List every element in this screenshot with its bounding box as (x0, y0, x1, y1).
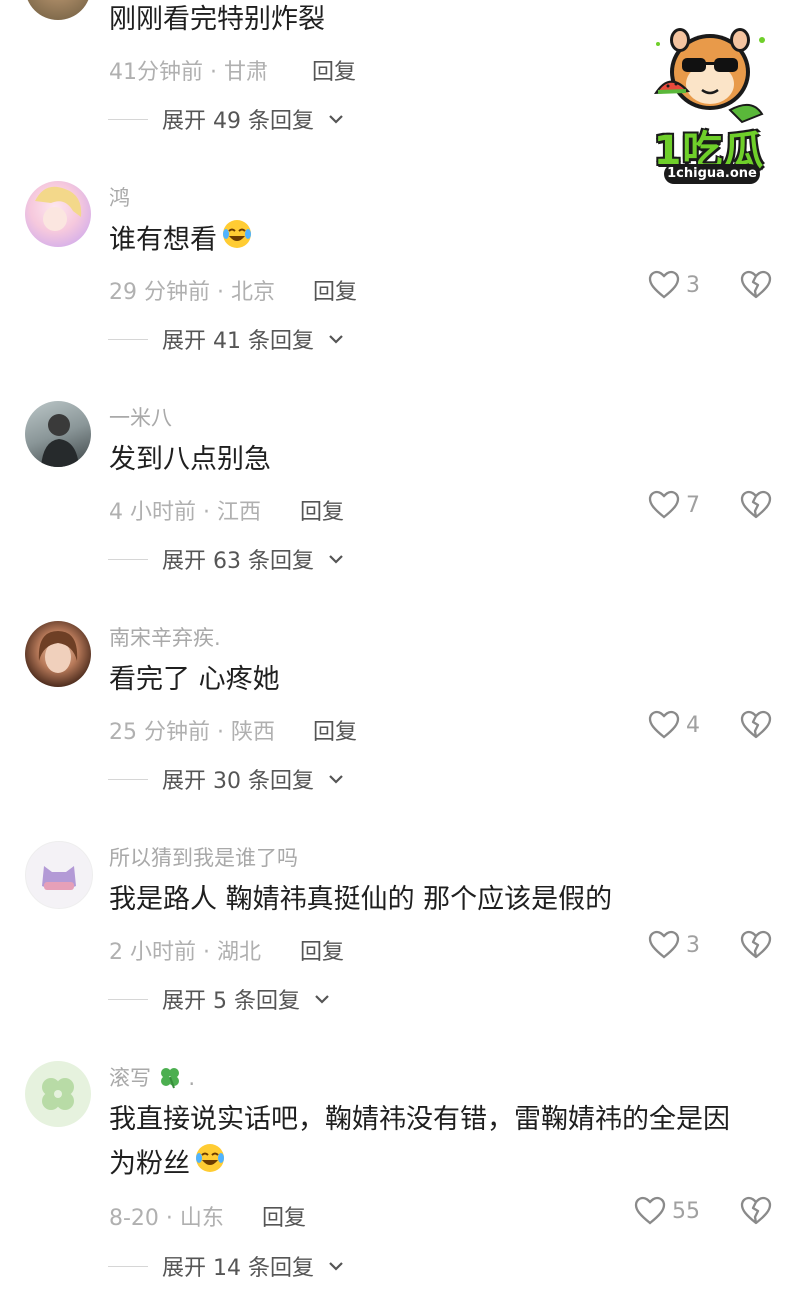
avatar-image (38, 631, 78, 673)
watermark-url: 1chigua.one (664, 164, 760, 184)
expand-replies-button[interactable]: 展开 30 条回复 (108, 763, 344, 795)
divider (108, 118, 148, 120)
heart-icon (634, 1196, 666, 1225)
avatar[interactable] (25, 181, 91, 247)
avatar-image (41, 414, 79, 467)
reply-button[interactable]: 回复 (300, 934, 344, 966)
avatar-image (35, 186, 82, 231)
divider (108, 558, 148, 560)
avatar[interactable] (25, 1061, 91, 1127)
expand-replies-label: 展开 41 条回复 (162, 329, 314, 354)
comment-text-content: 为粉丝 (109, 1148, 190, 1180)
avatar[interactable] (25, 841, 93, 909)
like-button[interactable]: 55 (634, 1196, 700, 1226)
comment-username[interactable]: 鸿 (109, 182, 130, 212)
comment-username[interactable]: 南宋辛弃疾. (109, 622, 221, 652)
heart-icon (648, 930, 680, 959)
expand-replies-label: 展开 49 条回复 (162, 109, 314, 134)
divider (108, 998, 148, 1000)
reply-button[interactable]: 回复 (262, 1200, 306, 1232)
expand-replies-button[interactable]: 展开 41 条回复 (108, 323, 344, 355)
comment-text: 我直接说实话吧，鞠婧祎没有错，雷鞠婧祎的全是因 为粉丝 (109, 1098, 769, 1188)
chevron-down-icon (329, 555, 343, 564)
comment-text: 谁有想看 (109, 218, 769, 264)
expand-replies-label: 展开 30 条回复 (162, 769, 314, 794)
heart-icon (648, 270, 680, 299)
chevron-down-icon (329, 1262, 343, 1271)
comment-meta: 41分钟前 · 甘肃 (109, 60, 268, 85)
clover-badge-icon (158, 1065, 182, 1094)
comment-username[interactable]: 所以猜到我是谁了吗 (109, 842, 298, 872)
comment-meta: 4 小时前 · 江西 (109, 500, 261, 525)
chevron-down-icon (329, 115, 343, 124)
heart-icon (648, 490, 680, 519)
broken-heart-icon (740, 710, 772, 739)
divider (108, 1265, 148, 1267)
dislike-button[interactable] (740, 1196, 772, 1230)
expand-replies-button[interactable]: 展开 49 条回复 (108, 103, 344, 135)
expand-replies-button[interactable]: 展开 14 条回复 (108, 1250, 344, 1282)
broken-heart-icon (740, 1196, 772, 1225)
avatar[interactable] (25, 401, 91, 467)
like-count: 3 (686, 932, 700, 958)
dislike-button[interactable] (740, 490, 772, 524)
comment-text-line: 我直接说实话吧，鞠婧祎没有错，雷鞠婧祎的全是因 (109, 1104, 730, 1135)
comment-text: 我是路人 鞠婧祎真挺仙的 那个应该是假的 (109, 884, 613, 915)
divider (108, 778, 148, 780)
comment-text-content: 谁有想看 (109, 224, 217, 256)
comment-meta: 25 分钟前 · 陕西 (109, 720, 275, 745)
comment-username[interactable]: 滚写 . (109, 1062, 195, 1094)
reply-button[interactable]: 回复 (312, 54, 356, 86)
expand-replies-button[interactable]: 展开 63 条回复 (108, 543, 344, 575)
broken-heart-icon (740, 930, 772, 959)
comment-text-line: 为粉丝 (109, 1142, 769, 1188)
username-text: 滚写 (109, 1066, 151, 1090)
heart-icon (648, 710, 680, 739)
broken-heart-icon (740, 490, 772, 519)
laughing-cry-icon (194, 1142, 226, 1188)
divider (108, 338, 148, 340)
like-button[interactable]: 4 (648, 710, 700, 740)
like-button[interactable]: 3 (648, 270, 700, 300)
comment-text: 看完了 心疼她 (109, 664, 280, 695)
like-button[interactable]: 3 (648, 930, 700, 960)
broken-heart-icon (740, 270, 772, 299)
avatar[interactable] (25, 0, 91, 20)
expand-replies-label: 展开 5 条回复 (162, 989, 300, 1014)
watermark-logo: 1吃瓜 1chigua.one (634, 10, 784, 185)
like-count: 3 (686, 272, 700, 298)
reply-button[interactable]: 回复 (313, 714, 357, 746)
expand-replies-label: 展开 14 条回复 (162, 1256, 314, 1281)
reply-button[interactable]: 回复 (313, 274, 357, 306)
dislike-button[interactable] (740, 270, 772, 304)
hamster-mascot-icon (654, 28, 765, 124)
expand-replies-label: 展开 63 条回复 (162, 549, 314, 574)
like-count: 55 (672, 1198, 700, 1224)
comment-username[interactable]: 一米八 (109, 402, 172, 432)
username-suffix: . (188, 1066, 196, 1090)
dislike-button[interactable] (740, 930, 772, 964)
clover-icon (42, 1078, 74, 1110)
chevron-down-icon (329, 775, 343, 784)
comment-meta: 2 小时前 · 湖北 (109, 940, 261, 965)
dislike-button[interactable] (740, 710, 772, 744)
chevron-down-icon (329, 335, 343, 344)
reply-button[interactable]: 回复 (300, 494, 344, 526)
like-count: 4 (686, 712, 700, 738)
expand-replies-button[interactable]: 展开 5 条回复 (108, 983, 330, 1015)
comment-meta: 29 分钟前 · 北京 (109, 280, 275, 305)
like-count: 7 (686, 492, 700, 518)
laughing-cry-icon (221, 218, 253, 264)
chevron-down-icon (315, 995, 329, 1004)
comment-text: 发到八点别急 (109, 444, 271, 475)
avatar[interactable] (25, 621, 91, 687)
comment-meta: 8-20 · 山东 (109, 1206, 224, 1231)
like-button[interactable]: 7 (648, 490, 700, 520)
avatar-image (42, 866, 76, 890)
